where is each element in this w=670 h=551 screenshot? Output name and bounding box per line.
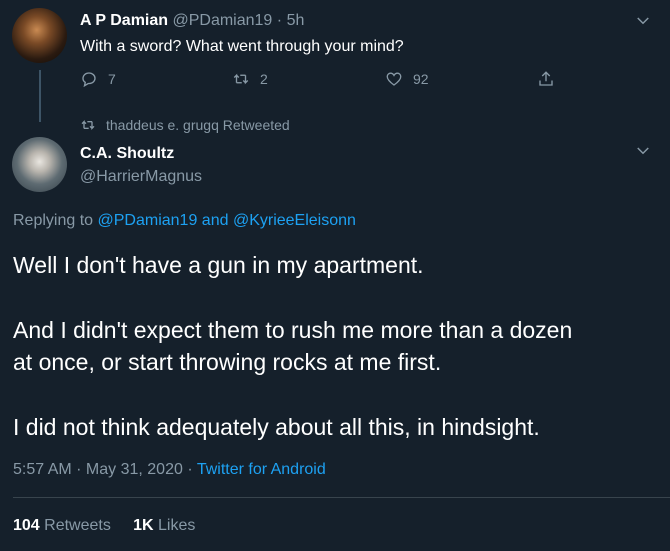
separator: ·	[276, 12, 283, 29]
likes-stat[interactable]: 1K Likes	[133, 517, 195, 534]
display-name[interactable]: A P Damian	[80, 12, 168, 29]
replying-to: Replying to @PDamian19 and @KyrieeEleiso…	[13, 212, 356, 230]
tweet-metadata: 5:57 AM · May 31, 2020 · Twitter for And…	[13, 461, 326, 479]
likes-count: 1K	[133, 517, 154, 534]
retweet-count: 2	[260, 71, 268, 87]
client-link[interactable]: Twitter for Android	[197, 461, 326, 478]
handle[interactable]: @PDamian19	[172, 12, 272, 29]
tweet-header: A P Damian @PDamian19 · 5h	[80, 12, 304, 30]
mention-link[interactable]: @KyrieeEleisonn	[233, 212, 356, 229]
likes-label: Likes	[158, 517, 196, 534]
like-icon	[386, 72, 402, 86]
retweet-icon	[81, 120, 95, 130]
tweet-timestamp[interactable]: 5:57 AM · May 31, 2020	[13, 461, 183, 478]
replying-prefix: Replying to	[13, 212, 94, 229]
display-name[interactable]: C.A. Shoultz	[80, 145, 174, 163]
share-icon	[539, 71, 553, 86]
retweeted-banner[interactable]: thaddeus e. grugq Retweeted	[80, 117, 290, 133]
reply-count: 7	[108, 71, 116, 87]
tweet-body-line: at once, or start throwing rocks at me f…	[13, 349, 442, 375]
like-count: 92	[413, 71, 429, 87]
like-button[interactable]: 92	[385, 70, 429, 88]
avatar[interactable]	[12, 8, 67, 63]
retweets-label: Retweets	[44, 517, 111, 534]
retweets-count: 104	[13, 517, 40, 534]
mention-link[interactable]: @PDamian19	[98, 212, 198, 229]
divider	[13, 497, 670, 498]
chevron-down-icon[interactable]	[634, 142, 652, 160]
handle[interactable]: @HarrierMagnus	[80, 168, 202, 186]
reply-button[interactable]: 7	[80, 70, 116, 88]
tweet-text: With a sword? What went through your min…	[80, 38, 404, 55]
avatar[interactable]	[12, 137, 67, 192]
tweet-actions: 7 2 92	[0, 70, 670, 92]
retweet-icon	[233, 73, 249, 85]
chevron-down-icon[interactable]	[634, 12, 652, 30]
retweet-button[interactable]: 2	[232, 70, 268, 88]
replying-and[interactable]: and	[202, 212, 229, 229]
tweet-body-line: Well I don't have a gun in my apartment.	[13, 252, 424, 278]
retweets-stat[interactable]: 104 Retweets	[13, 517, 111, 534]
reply-icon	[82, 72, 96, 88]
timestamp[interactable]: 5h	[287, 12, 305, 29]
meta-separator: ·	[187, 461, 193, 478]
share-button[interactable]	[537, 70, 555, 88]
engagement-stats: 104 Retweets 1K Likes	[13, 517, 195, 535]
retweeted-by-text: thaddeus e. grugq Retweeted	[106, 117, 290, 133]
tweet-body-line: I did not think adequately about all thi…	[13, 414, 540, 440]
tweet-body-line: And I didn't expect them to rush me more…	[13, 317, 573, 343]
